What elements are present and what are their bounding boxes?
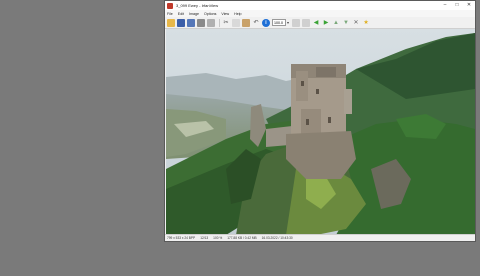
status-dimensions: 799 x 533 x 24 BPP: [167, 236, 196, 240]
settings-icon[interactable]: ✕: [352, 19, 360, 27]
delete-icon[interactable]: [207, 18, 215, 27]
toolbar-separator: [219, 18, 220, 27]
toolbar: ✂ ↶ i 100.0 ▾ ◀ ▶ ▲ ▼ ✕ ★: [165, 17, 475, 29]
landscape-photo: [166, 29, 475, 235]
undo-icon[interactable]: ↶: [252, 19, 260, 27]
status-datetime: 16.03.2022 / 10:43:30: [261, 236, 293, 240]
previous-icon[interactable]: ◀: [312, 19, 320, 27]
window-title: 3_099 Ewey - IrfanView: [176, 3, 219, 8]
open-folder-icon[interactable]: [167, 18, 175, 27]
status-bar: 799 x 533 x 24 BPP 12/13 100 % 177.88 KB…: [165, 234, 475, 241]
paste-icon[interactable]: [242, 18, 250, 27]
menu-help[interactable]: Help: [234, 12, 241, 16]
save-icon[interactable]: [177, 18, 185, 27]
app-icon: [167, 2, 173, 9]
menu-edit[interactable]: Edit: [178, 12, 184, 16]
status-zoom: 100 %: [213, 236, 223, 240]
maximize-button[interactable]: □: [451, 1, 463, 10]
zoom-dropdown-arrow[interactable]: ▾: [287, 20, 289, 25]
up-icon[interactable]: ▲: [332, 19, 340, 27]
zoom-input[interactable]: 100.0: [272, 19, 286, 26]
irfanview-window: 3_099 Ewey - IrfanView – □ ✕ File Edit I…: [164, 0, 476, 242]
fit-icon[interactable]: [292, 18, 301, 27]
title-bar[interactable]: 3_099 Ewey - IrfanView – □ ✕: [165, 1, 475, 10]
info-icon[interactable]: i: [262, 18, 270, 27]
favorite-icon[interactable]: ★: [362, 19, 370, 27]
next-icon[interactable]: ▶: [322, 19, 330, 27]
print-icon[interactable]: [197, 18, 205, 27]
close-button[interactable]: ✕: [463, 1, 475, 10]
save-as-icon[interactable]: [187, 18, 195, 27]
minimize-button[interactable]: –: [439, 1, 451, 10]
status-index: 12/13: [200, 236, 209, 240]
menu-options[interactable]: Options: [204, 12, 216, 16]
menu-image[interactable]: Image: [189, 12, 199, 16]
menu-view[interactable]: View: [221, 12, 229, 16]
menu-file[interactable]: File: [167, 12, 173, 16]
image-view[interactable]: [166, 29, 475, 235]
menu-bar: File Edit Image Options View Help: [165, 10, 475, 17]
cut-icon[interactable]: ✂: [222, 19, 230, 27]
window-controls: – □ ✕: [439, 1, 475, 10]
status-filesize: 177.88 KB / 0.42 MB: [227, 236, 257, 240]
actual-size-icon[interactable]: [302, 18, 311, 27]
copy-icon[interactable]: [232, 18, 240, 27]
down-icon[interactable]: ▼: [342, 19, 350, 27]
